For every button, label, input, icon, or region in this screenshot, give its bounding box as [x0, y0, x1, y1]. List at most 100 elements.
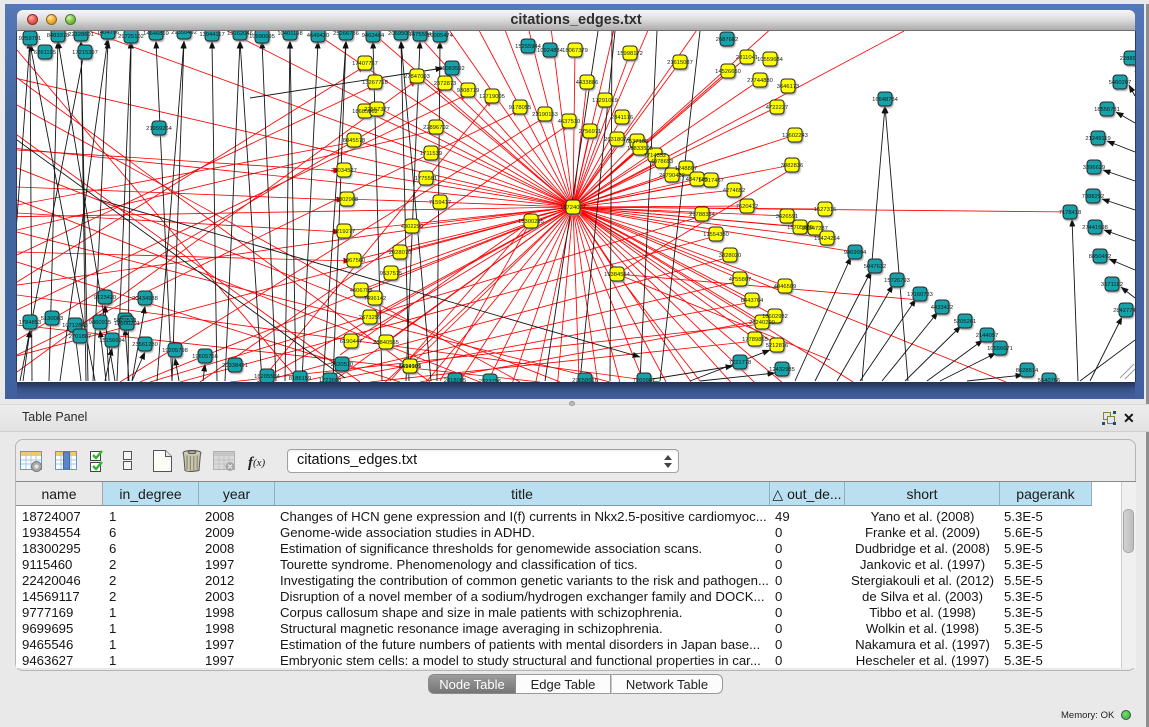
- svg-text:18724007: 18724007: [560, 205, 586, 211]
- svg-text:5212816: 5212816: [766, 343, 789, 349]
- svg-text:2372873: 2372873: [434, 81, 457, 87]
- svg-text:21615087: 21615087: [667, 60, 693, 66]
- svg-text:5460207: 5460207: [1109, 80, 1132, 86]
- svg-text:15726793: 15726793: [884, 278, 910, 284]
- svg-text:1067560: 1067560: [343, 258, 366, 264]
- svg-text:20338491: 20338491: [222, 363, 248, 369]
- svg-text:2028070: 2028070: [389, 250, 412, 256]
- svg-text:8045578: 8045578: [343, 138, 366, 144]
- svg-text:2811041: 2811041: [736, 55, 758, 61]
- svg-text:10559684: 10559684: [757, 57, 784, 63]
- svg-text:23561280: 23561280: [132, 342, 158, 348]
- svg-text:27441598: 27441598: [1082, 225, 1108, 231]
- svg-text:19605756: 19605756: [192, 354, 218, 360]
- svg-text:17789865: 17789865: [742, 337, 768, 343]
- svg-text:12719005: 12719005: [479, 94, 505, 100]
- svg-text:17500201: 17500201: [114, 321, 140, 327]
- svg-text:2341176: 2341176: [611, 115, 633, 121]
- svg-text:10556671: 10556671: [987, 346, 1013, 352]
- svg-text:19205798: 19205798: [162, 348, 188, 354]
- svg-text:4433886: 4433886: [576, 80, 599, 86]
- svg-text:7178418: 7178418: [1059, 210, 1082, 216]
- svg-text:9469994: 9469994: [844, 250, 867, 256]
- svg-text:2673259: 2673259: [359, 315, 382, 321]
- svg-text:14217467: 14217467: [698, 178, 724, 184]
- svg-text:28240200: 28240200: [749, 320, 775, 326]
- svg-text:10712843: 10712843: [62, 323, 88, 329]
- svg-text:11083592: 11083592: [439, 66, 464, 72]
- svg-text:1711539: 1711539: [420, 151, 442, 157]
- svg-text:3646173: 3646173: [777, 84, 800, 90]
- svg-text:17160733: 17160733: [907, 292, 933, 298]
- svg-text:23840555: 23840555: [373, 340, 399, 346]
- svg-text:25266786: 25266786: [333, 31, 359, 37]
- svg-text:8628514: 8628514: [1016, 368, 1039, 374]
- svg-text:8850492: 8850492: [1089, 254, 1112, 260]
- svg-text:27788354: 27788354: [689, 212, 716, 218]
- svg-text:2144057: 2144057: [976, 333, 999, 339]
- svg-text:26790402: 26790402: [659, 173, 685, 179]
- svg-text:9259791: 9259791: [19, 36, 42, 42]
- svg-text:27744880: 27744880: [747, 78, 773, 84]
- svg-text:8186159: 8186159: [289, 376, 312, 382]
- svg-text:6190447: 6190447: [340, 339, 363, 345]
- svg-text:19005474: 19005474: [427, 33, 454, 39]
- svg-text:19424254: 19424254: [814, 236, 841, 242]
- svg-text:22567377: 22567377: [364, 107, 390, 113]
- svg-text:17215397: 17215397: [72, 50, 98, 56]
- svg-text:2323796: 2323796: [479, 379, 502, 382]
- svg-text:15998172: 15998172: [617, 51, 643, 57]
- svg-text:10401198: 10401198: [277, 31, 302, 37]
- svg-text:2620510: 2620510: [331, 362, 354, 368]
- svg-text:17407767: 17407767: [352, 61, 378, 67]
- svg-text:3082836: 3082836: [781, 163, 804, 169]
- svg-text:2288965: 2288965: [1120, 56, 1135, 62]
- svg-text:28427742: 28427742: [1113, 308, 1135, 314]
- svg-text:2701887: 2701887: [69, 334, 92, 340]
- svg-text:3571182: 3571182: [1101, 282, 1123, 288]
- svg-text:3828020: 3828020: [719, 253, 742, 259]
- svg-text:22328601: 22328601: [68, 32, 94, 38]
- svg-text:4637510: 4637510: [558, 119, 581, 125]
- svg-text:14526650: 14526650: [715, 69, 741, 75]
- svg-text:4046509: 4046509: [774, 284, 797, 290]
- svg-text:12432985: 12432985: [769, 367, 795, 373]
- svg-text:8443764: 8443764: [741, 298, 764, 304]
- svg-text:9860915: 9860915: [89, 320, 112, 326]
- svg-text:29725102: 29725102: [118, 34, 144, 40]
- svg-text:3302968: 3302968: [336, 197, 359, 203]
- svg-text:4433422: 4433422: [931, 305, 954, 311]
- svg-text:22190153: 22190153: [532, 112, 558, 118]
- svg-text:2818085: 2818085: [444, 378, 467, 382]
- svg-text:28847287: 28847287: [802, 226, 828, 232]
- svg-text:23034527: 23034527: [331, 168, 357, 174]
- svg-text:4606703: 4606703: [350, 288, 373, 294]
- svg-text:1219277: 1219277: [333, 229, 356, 235]
- svg-text:7269987: 7269987: [633, 378, 656, 382]
- svg-text:15156694: 15156694: [99, 338, 126, 344]
- svg-text:9123420: 9123420: [94, 295, 117, 301]
- svg-text:9178055: 9178055: [509, 105, 532, 111]
- svg-text:7159417: 7159417: [429, 200, 452, 206]
- svg-text:22896702: 22896702: [423, 125, 449, 131]
- svg-text:3396629: 3396629: [1083, 165, 1106, 171]
- svg-text:20434988: 20434988: [132, 296, 158, 302]
- svg-text:7496142: 7496142: [364, 296, 387, 302]
- svg-text:1784853: 1784853: [19, 320, 42, 326]
- svg-text:17554380: 17554380: [703, 232, 729, 238]
- svg-text:15300295: 15300295: [518, 219, 544, 225]
- svg-text:2756971: 2756971: [579, 129, 602, 135]
- svg-text:5205261: 5205261: [954, 319, 977, 325]
- svg-text:21959264: 21959264: [146, 126, 173, 132]
- svg-text:13944117: 13944117: [199, 32, 224, 38]
- svg-text:1404796: 1404796: [97, 31, 120, 36]
- svg-text:16205584: 16205584: [254, 374, 281, 380]
- svg-text:9308719: 9308719: [457, 88, 480, 94]
- svg-text:19384554: 19384554: [604, 272, 631, 278]
- svg-text:2687682: 2687682: [716, 37, 739, 43]
- svg-text:29658616: 29658616: [572, 378, 598, 382]
- svg-text:14646869: 14646869: [143, 31, 169, 37]
- svg-text:4755807: 4755807: [729, 277, 752, 283]
- svg-text:7620412: 7620412: [736, 204, 759, 210]
- svg-text:1527315: 1527315: [814, 207, 837, 213]
